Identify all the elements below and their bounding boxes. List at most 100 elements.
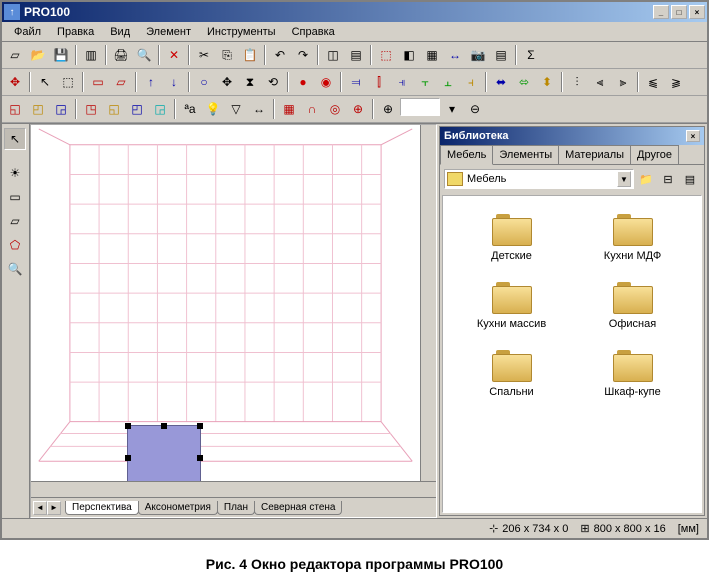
dimensions-icon[interactable]: ◫ bbox=[322, 44, 344, 66]
view-list-icon[interactable]: ⊟ bbox=[658, 169, 678, 189]
tab-north-wall[interactable]: Северная стена bbox=[254, 501, 343, 515]
selected-element[interactable] bbox=[127, 425, 201, 481]
chevron-down-icon[interactable]: ▼ bbox=[617, 171, 631, 187]
camera-icon[interactable]: 📷 bbox=[467, 44, 489, 66]
new-icon[interactable]: ▱ bbox=[4, 44, 26, 66]
menu-file[interactable]: Файл bbox=[6, 24, 49, 40]
zoom-dd-icon[interactable]: ▾ bbox=[441, 98, 463, 120]
tab-next-icon[interactable]: ► bbox=[47, 501, 61, 515]
target1-icon[interactable]: ◎ bbox=[324, 98, 346, 120]
cube1-icon[interactable]: ◱ bbox=[4, 98, 26, 120]
group4-icon[interactable]: ⫹ bbox=[642, 71, 664, 93]
filter-icon[interactable]: ▽ bbox=[225, 98, 247, 120]
grid-icon[interactable]: ▦ bbox=[278, 98, 300, 120]
group3-icon[interactable]: ⫸ bbox=[612, 71, 634, 93]
cube6-icon[interactable]: ◰ bbox=[126, 98, 148, 120]
align-bottom-icon[interactable]: ⫞ bbox=[460, 71, 482, 93]
circle-icon[interactable]: ○ bbox=[193, 71, 215, 93]
folder-item[interactable]: Кухни МДФ bbox=[572, 214, 693, 262]
library-path-combo[interactable]: Мебель ▼ bbox=[444, 169, 634, 189]
print-preview-icon[interactable]: 🔍 bbox=[133, 44, 155, 66]
lib-tab-materials[interactable]: Материалы bbox=[558, 145, 631, 164]
hdim-icon[interactable]: ↔ bbox=[444, 44, 466, 66]
lib-tab-other[interactable]: Другое bbox=[630, 145, 679, 164]
3d-viewport[interactable] bbox=[31, 125, 420, 481]
text-icon[interactable]: ªa bbox=[179, 98, 201, 120]
rotate-icon[interactable]: ⟲ bbox=[262, 71, 284, 93]
maximize-button[interactable]: □ bbox=[671, 5, 687, 19]
vertical-scrollbar[interactable] bbox=[420, 125, 436, 481]
undo-icon[interactable]: ↶ bbox=[269, 44, 291, 66]
menu-view[interactable]: Вид bbox=[102, 24, 138, 40]
magnet-icon[interactable]: ∩ bbox=[301, 98, 323, 120]
move-icon[interactable]: ✥ bbox=[216, 71, 238, 93]
poly-icon[interactable]: ▱ bbox=[110, 71, 132, 93]
tab-plan[interactable]: План bbox=[217, 501, 255, 515]
zoom-tool-icon[interactable]: 🔍 bbox=[4, 258, 26, 280]
layers-icon[interactable]: ▦ bbox=[421, 44, 443, 66]
library-close-icon[interactable]: × bbox=[686, 130, 700, 142]
menu-help[interactable]: Справка bbox=[284, 24, 343, 40]
menu-tools[interactable]: Инструменты bbox=[199, 24, 284, 40]
target2-icon[interactable]: ⊕ bbox=[347, 98, 369, 120]
cube3-icon[interactable]: ◲ bbox=[50, 98, 72, 120]
report-icon[interactable]: ▤ bbox=[490, 44, 512, 66]
export-icon[interactable]: ▥ bbox=[80, 44, 102, 66]
red-circle-icon[interactable]: ● bbox=[292, 71, 314, 93]
lib-tab-elements[interactable]: Элементы bbox=[492, 145, 559, 164]
redo-icon[interactable]: ↷ bbox=[292, 44, 314, 66]
minimize-button[interactable]: _ bbox=[653, 5, 669, 19]
cut-icon[interactable]: ✂ bbox=[193, 44, 215, 66]
delete-icon[interactable]: ✕ bbox=[163, 44, 185, 66]
group2-icon[interactable]: ⫷ bbox=[589, 71, 611, 93]
menu-edit[interactable]: Правка bbox=[49, 24, 102, 40]
folder-item[interactable]: Детские bbox=[451, 214, 572, 262]
cube2-icon[interactable]: ◰ bbox=[27, 98, 49, 120]
paste-icon[interactable]: 📋 bbox=[239, 44, 261, 66]
tab-axonometry[interactable]: Аксонометрия bbox=[138, 501, 218, 515]
zoom-out-icon[interactable]: ⊖ bbox=[464, 98, 486, 120]
rect-tool-icon[interactable]: ▭ bbox=[4, 186, 26, 208]
mirror-icon[interactable]: ⧗ bbox=[239, 71, 261, 93]
up-icon[interactable]: ↑ bbox=[140, 71, 162, 93]
pointer-tool-icon[interactable]: ↖ bbox=[4, 128, 26, 150]
dim-icon[interactable]: ↔ bbox=[248, 98, 270, 120]
folder-item[interactable]: Спальни bbox=[451, 350, 572, 398]
view-details-icon[interactable]: ▤ bbox=[680, 169, 700, 189]
horizontal-scrollbar[interactable] bbox=[31, 481, 436, 497]
cube4-icon[interactable]: ◳ bbox=[80, 98, 102, 120]
copy-icon[interactable]: ⎘ bbox=[216, 44, 238, 66]
down-icon[interactable]: ↓ bbox=[163, 71, 185, 93]
cube7-icon[interactable]: ◲ bbox=[149, 98, 171, 120]
rect-icon[interactable]: ▭ bbox=[87, 71, 109, 93]
lib-tab-furniture[interactable]: Мебель bbox=[440, 145, 493, 165]
zoom-input[interactable] bbox=[400, 98, 440, 116]
up-folder-icon[interactable]: 📁 bbox=[636, 169, 656, 189]
arrow-icon[interactable]: ↖ bbox=[34, 71, 56, 93]
dist-v-icon[interactable]: ⬍ bbox=[536, 71, 558, 93]
folder-item[interactable]: Шкаф-купе bbox=[572, 350, 693, 398]
align-right-icon[interactable]: ⫣ bbox=[391, 71, 413, 93]
list-icon[interactable]: ▤ bbox=[345, 44, 367, 66]
red-ring-icon[interactable]: ◉ bbox=[315, 71, 337, 93]
dist-center-icon[interactable]: ⬄ bbox=[513, 71, 535, 93]
zoom-in-icon[interactable]: ⊕ bbox=[377, 98, 399, 120]
light-tool-icon[interactable]: ☀ bbox=[4, 162, 26, 184]
menu-element[interactable]: Элемент bbox=[138, 24, 199, 40]
folder-item[interactable]: Офисная bbox=[572, 282, 693, 330]
close-button[interactable]: × bbox=[689, 5, 705, 19]
toggle-1-icon[interactable]: ⬚ bbox=[375, 44, 397, 66]
tab-prev-icon[interactable]: ◄ bbox=[33, 501, 47, 515]
save-icon[interactable]: 💾 bbox=[50, 44, 72, 66]
tab-perspective[interactable]: Перспектива bbox=[65, 501, 139, 515]
open-icon[interactable]: 📂 bbox=[27, 44, 49, 66]
cube5-icon[interactable]: ◱ bbox=[103, 98, 125, 120]
group1-icon[interactable]: ⫶ bbox=[566, 71, 588, 93]
poly-tool-icon[interactable]: ▱ bbox=[4, 210, 26, 232]
group5-icon[interactable]: ⫺ bbox=[665, 71, 687, 93]
print-icon[interactable]: 🖨 bbox=[110, 44, 132, 66]
folder-item[interactable]: Кухни массив bbox=[451, 282, 572, 330]
shape-tool-icon[interactable]: ⬠ bbox=[4, 234, 26, 256]
light-icon[interactable]: 💡 bbox=[202, 98, 224, 120]
align-center-h-icon[interactable]: ⫿ bbox=[368, 71, 390, 93]
